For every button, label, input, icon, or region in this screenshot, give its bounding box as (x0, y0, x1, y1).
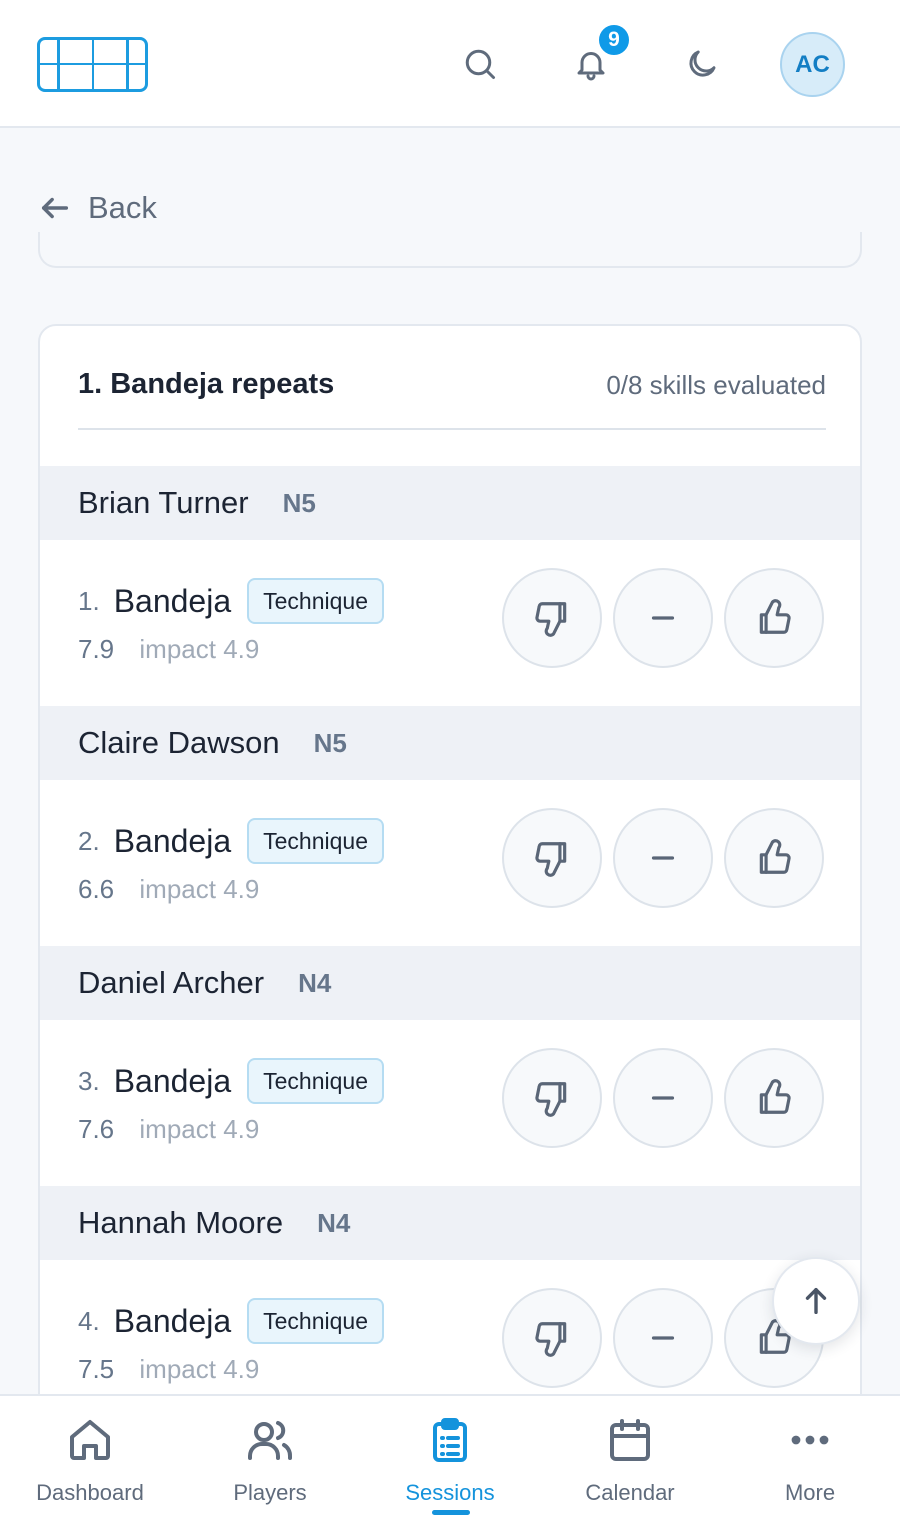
skill-row: 1. Bandeja Technique 7.9 impact 4.9 (40, 540, 860, 706)
theme-toggle-button[interactable] (678, 40, 726, 88)
player-header: Hannah Moore N4 (40, 1186, 860, 1260)
search-icon (465, 49, 495, 79)
thumbs-up-icon (759, 599, 791, 634)
top-bar: 9 AC (0, 0, 900, 128)
player-level: N4 (298, 967, 332, 998)
player-name: Daniel Archer (78, 965, 265, 1000)
drill-title: 1. Bandeja repeats (78, 368, 335, 400)
minus-icon (651, 616, 675, 620)
thumbs-down-button[interactable] (502, 808, 602, 908)
player-name: Claire Dawson (78, 725, 280, 760)
player-level: N5 (282, 487, 316, 518)
skill-score: 7.5 (78, 1354, 115, 1384)
thumbs-up-icon (759, 839, 791, 874)
nav-label: More (784, 1480, 836, 1505)
skill-score: 6.6 (78, 874, 115, 904)
minus-icon (651, 1336, 675, 1340)
drill-card: 1. Bandeja repeats 0/8 skills evaluated … (38, 324, 862, 1524)
home-icon (70, 1420, 110, 1460)
skill-category-tag: Technique (247, 1058, 384, 1104)
users-icon (248, 1421, 292, 1460)
neutral-button[interactable] (613, 1288, 713, 1388)
thumbs-down-button[interactable] (502, 1048, 602, 1148)
nav-item-dashboard[interactable]: Dashboard (0, 1396, 180, 1532)
nav-label: Sessions (405, 1480, 495, 1505)
thumbs-down-icon (535, 602, 567, 637)
thumbs-down-button[interactable] (502, 568, 602, 668)
calendar-icon (610, 1419, 650, 1461)
arrow-up-icon (805, 1287, 827, 1315)
player-level: N4 (317, 1207, 351, 1238)
skill-category-tag: Technique (247, 818, 384, 864)
more-icon (791, 1435, 829, 1445)
skill-impact: impact 4.9 (139, 634, 260, 664)
thumbs-down-icon (535, 1082, 567, 1117)
skill-score: 7.6 (78, 1114, 115, 1144)
skill-number: 4. (78, 1305, 100, 1336)
previous-card-edge (38, 232, 862, 268)
skill-name: Bandeja (113, 582, 232, 619)
back-label: Back (88, 190, 157, 225)
thumbs-down-icon (535, 842, 567, 877)
nav-item-more[interactable]: More (720, 1396, 900, 1532)
skill-name: Bandeja (113, 1062, 232, 1099)
player-name: Hannah Moore (78, 1205, 284, 1240)
player-header: Claire Dawson N5 (40, 706, 860, 780)
player-header: Daniel Archer N4 (40, 946, 860, 1020)
skill-number: 2. (78, 825, 100, 856)
skill-impact: impact 4.9 (139, 1114, 260, 1144)
skill-impact: impact 4.9 (139, 1354, 260, 1384)
thumbs-down-button[interactable] (502, 1288, 602, 1388)
nav-item-players[interactable]: Players (180, 1396, 360, 1532)
clipboard-icon (433, 1418, 467, 1462)
minus-icon (651, 1096, 675, 1100)
skill-row: 3. Bandeja Technique 7.6 impact 4.9 (40, 1020, 860, 1186)
nav-label: Players (233, 1480, 307, 1505)
skill-impact: impact 4.9 (139, 874, 260, 904)
thumbs-up-button[interactable] (724, 1048, 824, 1148)
player-level: N5 (313, 727, 347, 758)
moon-icon (689, 50, 716, 77)
player-header: Brian Turner N5 (40, 466, 860, 540)
skill-number: 3. (78, 1065, 100, 1096)
minus-icon (651, 856, 675, 860)
active-indicator (432, 1510, 470, 1515)
nav-item-calendar[interactable]: Calendar (540, 1396, 720, 1532)
nav-item-sessions[interactable]: Sessions (360, 1396, 540, 1532)
skill-score: 7.9 (78, 634, 115, 664)
thumbs-up-button[interactable] (724, 568, 824, 668)
arrow-left-icon (41, 197, 69, 219)
skill-name: Bandeja (113, 1302, 232, 1339)
app-logo[interactable] (37, 37, 148, 92)
skill-name: Bandeja (113, 822, 232, 859)
nav-label: Dashboard (36, 1480, 144, 1505)
nav-label: Calendar (585, 1480, 675, 1505)
neutral-button[interactable] (613, 808, 713, 908)
avatar[interactable]: AC (780, 32, 845, 97)
thumbs-up-button[interactable] (724, 808, 824, 908)
player-name: Brian Turner (78, 485, 249, 520)
notification-badge: 9 (596, 22, 632, 58)
skill-category-tag: Technique (247, 578, 384, 624)
scroll-to-top-button[interactable] (772, 1257, 860, 1345)
evaluation-progress: 0/8 skills evaluated (606, 370, 826, 400)
skill-category-tag: Technique (247, 1298, 384, 1344)
neutral-button[interactable] (613, 568, 713, 668)
thumbs-up-icon (759, 1079, 791, 1114)
thumbs-down-icon (535, 1322, 567, 1357)
bottom-nav: Dashboard Players Sessions Calendar More (0, 1394, 900, 1532)
drill-card-header: 1. Bandeja repeats 0/8 skills evaluated (78, 368, 826, 430)
search-button[interactable] (456, 40, 504, 88)
skill-row: 2. Bandeja Technique 6.6 impact 4.9 (40, 780, 860, 946)
neutral-button[interactable] (613, 1048, 713, 1148)
back-button[interactable]: Back (38, 186, 157, 230)
skill-number: 1. (78, 585, 100, 616)
